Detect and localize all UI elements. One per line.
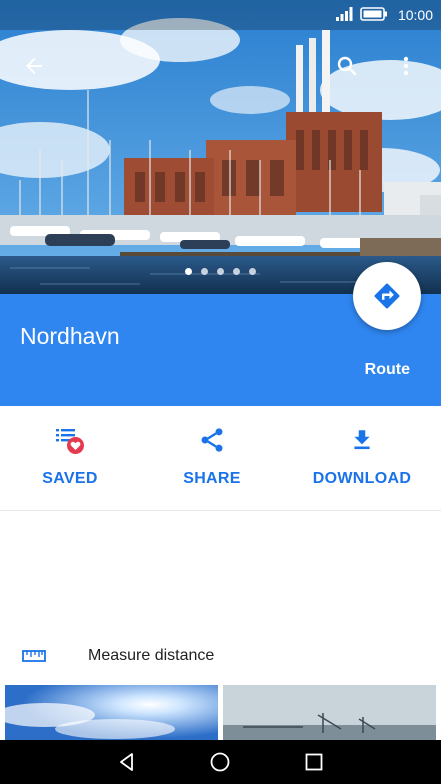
status-time: 10:00 [397, 7, 433, 23]
search-button[interactable] [329, 48, 365, 84]
directions-icon [374, 283, 400, 309]
share-button[interactable]: SHARE [172, 406, 252, 510]
carousel-dot[interactable] [201, 268, 208, 275]
saved-label: SAVED [42, 470, 98, 487]
more-options-button[interactable] [388, 48, 424, 84]
photo-thumbnail[interactable] [223, 685, 436, 741]
measure-distance-item[interactable]: Measure distance [0, 636, 441, 676]
carousel-dot[interactable] [217, 268, 224, 275]
share-label: SHARE [183, 470, 241, 487]
nav-back-icon [119, 753, 133, 771]
nav-recents-button[interactable] [294, 742, 334, 782]
harbor-photo [0, 0, 441, 294]
carousel-dot[interactable] [233, 268, 240, 275]
photo-strip [0, 685, 441, 741]
back-button[interactable] [16, 48, 52, 84]
nav-home-button[interactable] [200, 742, 240, 782]
status-bar: 10:00 [0, 0, 441, 30]
place-title: Nordhavn [20, 323, 120, 349]
download-button[interactable]: DOWNLOAD [307, 406, 417, 510]
saved-button[interactable]: SAVED [30, 406, 110, 510]
action-row: SAVED SHARE DOWNLOAD [0, 406, 441, 511]
battery-icon [360, 6, 388, 24]
nav-home-icon [211, 752, 230, 772]
share-icon [201, 428, 223, 452]
download-label: DOWNLOAD [312, 470, 412, 487]
system-nav-bar [0, 740, 441, 784]
more-vertical-icon [403, 56, 409, 76]
signal-icon [335, 6, 354, 24]
hero-photo[interactable] [0, 0, 441, 294]
download-icon [354, 430, 370, 450]
route-label[interactable]: Route [365, 361, 410, 379]
nav-recents-icon [305, 753, 323, 771]
saved-list-icon [56, 429, 84, 454]
carousel-dot[interactable] [185, 268, 192, 275]
measure-distance-label: Measure distance [88, 647, 215, 664]
directions-button[interactable] [353, 262, 421, 330]
search-icon [337, 56, 357, 76]
ruler-icon [22, 650, 46, 662]
carousel-dot[interactable] [249, 268, 256, 275]
photo-thumbnail[interactable] [5, 685, 218, 741]
nav-back-button[interactable] [107, 742, 147, 782]
back-arrow-icon [26, 58, 42, 74]
